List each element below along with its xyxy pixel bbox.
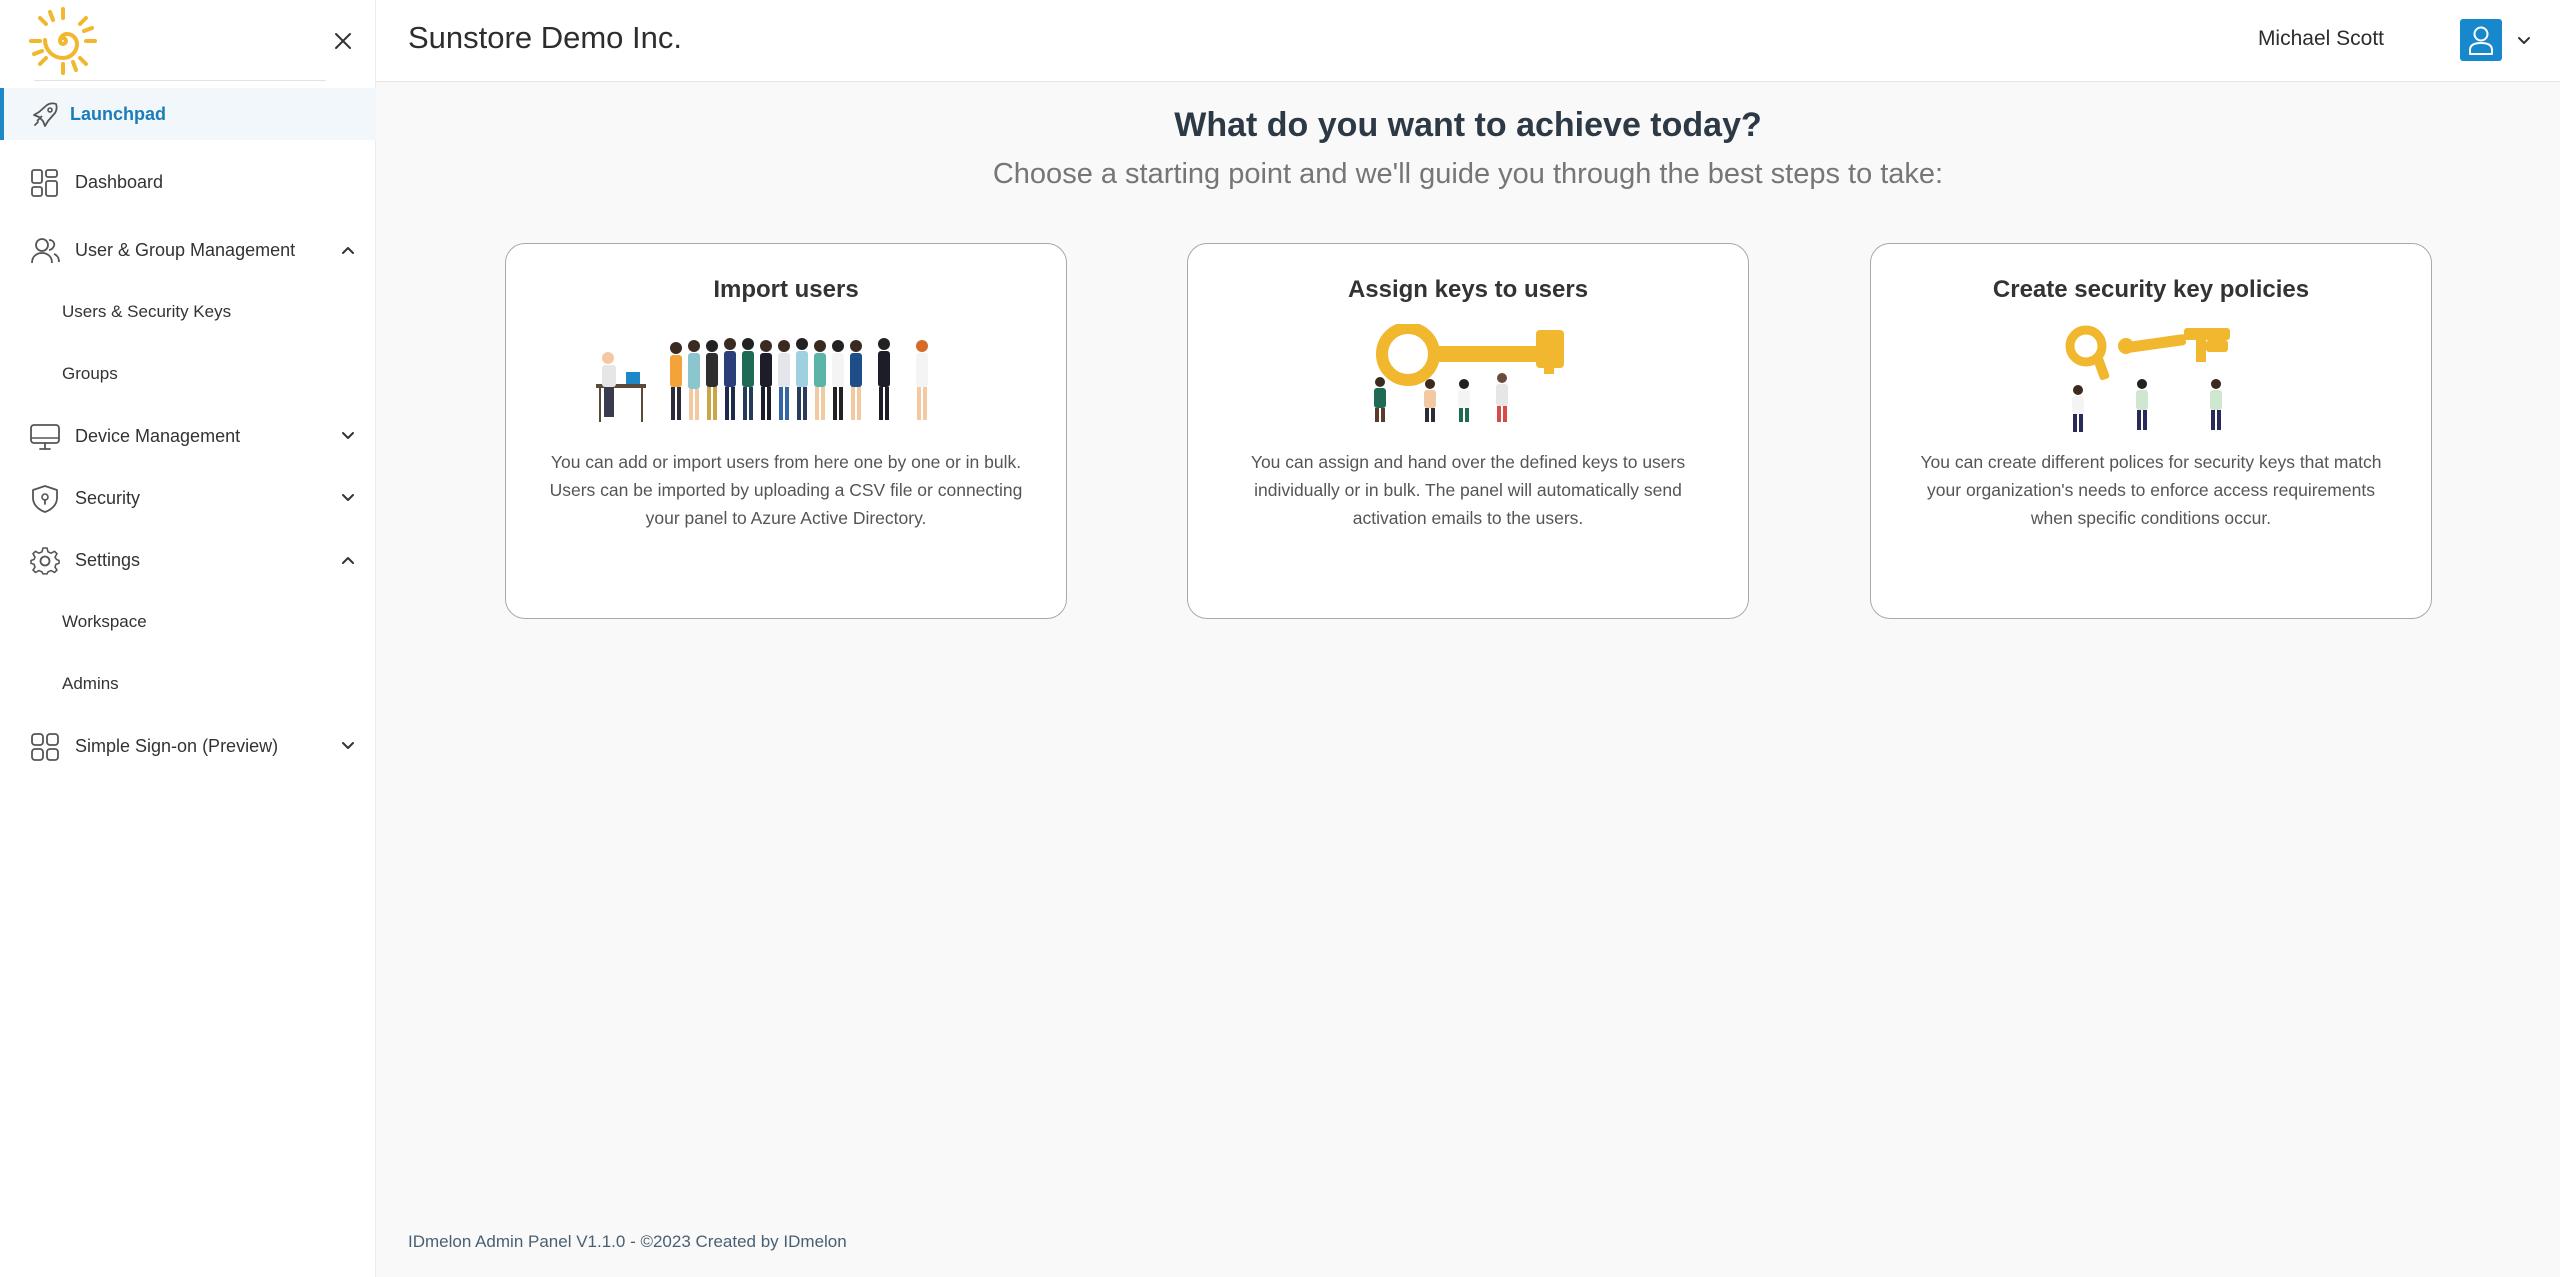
shield-icon [32, 485, 58, 513]
chevron-up-icon [342, 247, 354, 254]
card-description: You can create different polices for sec… [1920, 452, 2382, 528]
dashboard-icon [31, 169, 58, 197]
page-title: Sunstore Demo Inc. [408, 20, 682, 55]
people-carrying-key-illustration [1374, 324, 1564, 422]
sidebar-header [0, 0, 376, 82]
users-icon [31, 238, 60, 264]
close-icon [335, 33, 351, 49]
close-sidebar-button[interactable] [326, 24, 360, 58]
chevron-up-icon [342, 557, 354, 564]
create-policies-card[interactable]: Create security key policies You can cre… [1870, 243, 2432, 619]
sidebar-item-workspace[interactable]: Workspace [0, 596, 376, 648]
top-header: Sunstore Demo Inc. Michael Scott [376, 0, 2560, 82]
chevron-down-icon [342, 494, 354, 501]
sidebar-item-simple-sign-on[interactable]: Simple Sign-on (Preview) [0, 720, 376, 772]
user-name[interactable]: Michael Scott [2258, 27, 2384, 51]
sidebar-item-launchpad[interactable]: Launchpad [0, 88, 376, 140]
sidebar-item-label: Users & Security Keys [62, 302, 232, 321]
chevron-down-icon[interactable] [2514, 33, 2534, 49]
card-description: You can assign and hand over the defined… [1250, 452, 1686, 528]
sidebar-item-label: Dashboard [75, 171, 164, 192]
sidebar-item-admins[interactable]: Admins [0, 658, 376, 710]
gear-icon [30, 547, 60, 575]
card-title: Import users [713, 276, 859, 303]
card-title: Assign keys to users [1347, 276, 1589, 303]
sidebar-item-security[interactable]: Security [0, 472, 376, 524]
main-content: What do you want to achieve today? Choos… [376, 82, 2560, 1277]
sidebar-item-settings[interactable]: Settings [0, 534, 376, 586]
sidebar-item-label: Launchpad [70, 103, 167, 124]
apps-icon [31, 733, 59, 761]
launchpad-subheading: Choose a starting point and we'll guide … [992, 158, 1944, 190]
card-title: Create security key policies [1992, 276, 2310, 303]
sidebar-item-groups[interactable]: Groups [0, 348, 376, 400]
sidebar-item-device-management[interactable]: Device Management [0, 410, 376, 462]
sidebar-item-label: Settings [75, 549, 141, 570]
avatar[interactable] [2460, 19, 2502, 61]
card-description: You can add or import users from here on… [549, 452, 1023, 528]
sidebar-divider [34, 80, 326, 81]
chevron-down-icon [342, 742, 354, 749]
people-with-keys-illustration [2065, 325, 2230, 432]
sidebar-item-label: Simple Sign-on (Preview) [75, 735, 279, 756]
chevron-down-icon [342, 432, 354, 439]
sidebar: Launchpad Dashboard User & Group Managem… [0, 0, 376, 1277]
sidebar-nav: Launchpad Dashboard User & Group Managem… [0, 88, 376, 782]
sidebar-item-label: Device Management [75, 425, 241, 446]
monitor-icon [30, 424, 60, 450]
sidebar-item-label: User & Group Management [75, 239, 296, 260]
sidebar-item-dashboard[interactable]: Dashboard [0, 156, 376, 208]
launchpad-heading: What do you want to achieve today? [1174, 106, 1762, 144]
footer-text: IDmelon Admin Panel V1.1.0 - ©2023 Creat… [408, 1232, 847, 1251]
sidebar-item-label: Groups [62, 364, 118, 383]
rocket-icon [33, 102, 58, 127]
sidebar-item-user-group-management[interactable]: User & Group Management [0, 224, 376, 276]
sun-logo[interactable] [28, 6, 98, 76]
sidebar-item-label: Workspace [62, 612, 147, 631]
people-crowd-illustration [596, 338, 928, 422]
assign-keys-card[interactable]: Assign keys to users You can assign and … [1187, 243, 1749, 619]
sidebar-item-label: Security [75, 487, 141, 508]
sidebar-item-users-security-keys[interactable]: Users & Security Keys [0, 286, 376, 338]
sidebar-item-label: Admins [62, 674, 119, 693]
import-users-card[interactable]: Import users You can add or import users… [505, 243, 1067, 619]
user-icon [2469, 26, 2493, 55]
